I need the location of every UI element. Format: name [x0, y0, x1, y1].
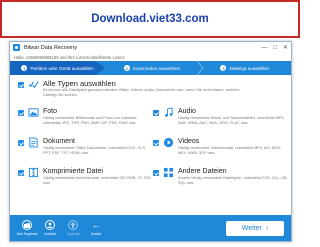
banner-text: Download.viet33.com	[91, 13, 209, 25]
window-controls: — □ ✕	[261, 45, 288, 51]
upgrade-icon	[68, 220, 78, 230]
checkbox-all-types[interactable]	[18, 82, 24, 88]
chevron-right-icon: ›	[265, 224, 269, 232]
option-row: Alle Typen auswählen Es können alle Date…	[18, 79, 283, 107]
step-number: 2	[123, 65, 130, 71]
minimize-icon[interactable]: —	[261, 45, 267, 51]
check-all-icon	[28, 81, 39, 89]
next-label: Weiter	[241, 224, 262, 232]
option-label: Komprimierte Datei	[43, 168, 103, 175]
steps-bar: 1 Partition oder Gerät auswählen 2 Scanm…	[10, 61, 291, 75]
option-label: Alle Typen auswählen	[43, 79, 116, 88]
option-document[interactable]: Dokument Häufig verwendete Office-Dokume…	[18, 137, 153, 167]
option-label: Videos	[178, 138, 200, 145]
title-bar: Bitwar Data Recovery — □ ✕	[10, 42, 291, 53]
document-icon	[29, 137, 38, 148]
close-icon[interactable]: ✕	[283, 45, 288, 51]
grid-icon	[163, 167, 174, 178]
option-description: Häufig verwendete Archivformate, unterst…	[43, 176, 151, 185]
checkbox-videos[interactable]	[153, 140, 159, 146]
option-videos[interactable]: Videos Häufig verwendete Videoformate, u…	[153, 137, 288, 167]
option-description: Häufig verwendete Bildformate und Fotos …	[43, 116, 138, 125]
back-button[interactable]: ← Zurück	[85, 220, 107, 236]
option-description: Es können alle Dateitypen gescannt werde…	[43, 88, 240, 97]
file-type-options: Alle Typen auswählen Es können alle Date…	[10, 75, 291, 197]
checkbox-audio[interactable]	[153, 110, 159, 116]
checkbox-document[interactable]	[18, 140, 24, 146]
option-description: Häufig verwendete Musik- und Sprachdatei…	[178, 116, 285, 125]
option-row: Dokument Häufig verwendete Office-Dokume…	[18, 137, 283, 167]
tool-label: Zum Ergebnis	[16, 232, 38, 236]
window-title: Bitwar Data Recovery	[24, 44, 78, 51]
option-other-files[interactable]: Andere Dateien Andere häufig verwendete …	[153, 167, 288, 197]
folder-icon	[22, 220, 32, 230]
option-photo[interactable]: Foto Häufig verwendete Bildformate und F…	[18, 107, 153, 137]
checkbox-photo[interactable]	[18, 110, 24, 116]
step-select-partition[interactable]: 1 Partition oder Gerät auswählen	[10, 61, 105, 75]
play-icon	[163, 137, 174, 148]
image-icon	[28, 108, 39, 117]
option-audio[interactable]: Audio Häufig verwendete Musik- und Sprac…	[153, 107, 288, 137]
option-label: Andere Dateien	[178, 168, 227, 175]
option-row: Foto Häufig verwendete Bildformate und F…	[18, 107, 285, 137]
option-label: Audio	[178, 108, 196, 115]
bottom-toolbar: Zum Ergebnis Kontakt Upgrade ← Zurück We…	[10, 215, 291, 241]
archive-icon	[28, 167, 39, 178]
go-to-results-button[interactable]: Zum Ergebnis	[16, 220, 38, 236]
back-arrow-icon: ←	[91, 220, 101, 230]
step-number: 1	[21, 65, 28, 71]
option-archive[interactable]: Komprimierte Datei Häufig verwendete Arc…	[18, 167, 153, 197]
license-text: Hallo, 13569060908163 und Ihre Lizenz/un…	[14, 54, 125, 60]
step-label: Partition oder Gerät auswählen	[30, 65, 94, 71]
option-label: Foto	[43, 108, 58, 115]
tool-label: Kontakt	[44, 232, 56, 236]
option-all-types[interactable]: Alle Typen auswählen Es können alle Date…	[18, 79, 278, 107]
option-description: Andere häufig verwendete Dateitypen, unt…	[178, 176, 288, 185]
watermark-banner: Download.viet33.com	[0, 0, 300, 38]
app-window: Bitwar Data Recovery — □ ✕ Hallo, 135690…	[9, 41, 292, 242]
contact-icon	[45, 220, 55, 230]
tool-label: Zurück	[90, 232, 102, 236]
step-number: 3	[220, 65, 227, 71]
next-button[interactable]: Weiter ›	[226, 220, 284, 236]
checkbox-other-files[interactable]	[153, 170, 159, 176]
app-logo-icon	[13, 44, 20, 51]
maximize-icon[interactable]: □	[273, 45, 277, 51]
contact-button[interactable]: Kontakt	[39, 220, 61, 236]
step-label: Dateityp auswählen	[229, 65, 270, 71]
license-subtitle: Hallo, 13569060908163 und Ihre Lizenz/un…	[10, 53, 291, 61]
music-note-icon	[165, 107, 173, 117]
step-label: Scanmodus auswählen	[132, 65, 181, 71]
option-description: Häufig verwendete Office-Dokumente, unte…	[43, 146, 146, 155]
upgrade-button[interactable]: Upgrade	[62, 220, 84, 236]
tool-label: Upgrade	[66, 232, 80, 236]
step-separator-icon	[196, 61, 204, 75]
step-file-type[interactable]: 3 Dateityp auswählen	[199, 61, 291, 75]
checkbox-archive[interactable]	[18, 170, 24, 176]
option-label: Dokument	[43, 138, 75, 145]
option-description: Häufig verwendete Videoformate, unterstü…	[178, 146, 282, 155]
option-row: Komprimierte Datei Häufig verwendete Arc…	[18, 167, 288, 197]
step-scan-mode[interactable]: 2 Scanmodus auswählen	[105, 61, 199, 75]
